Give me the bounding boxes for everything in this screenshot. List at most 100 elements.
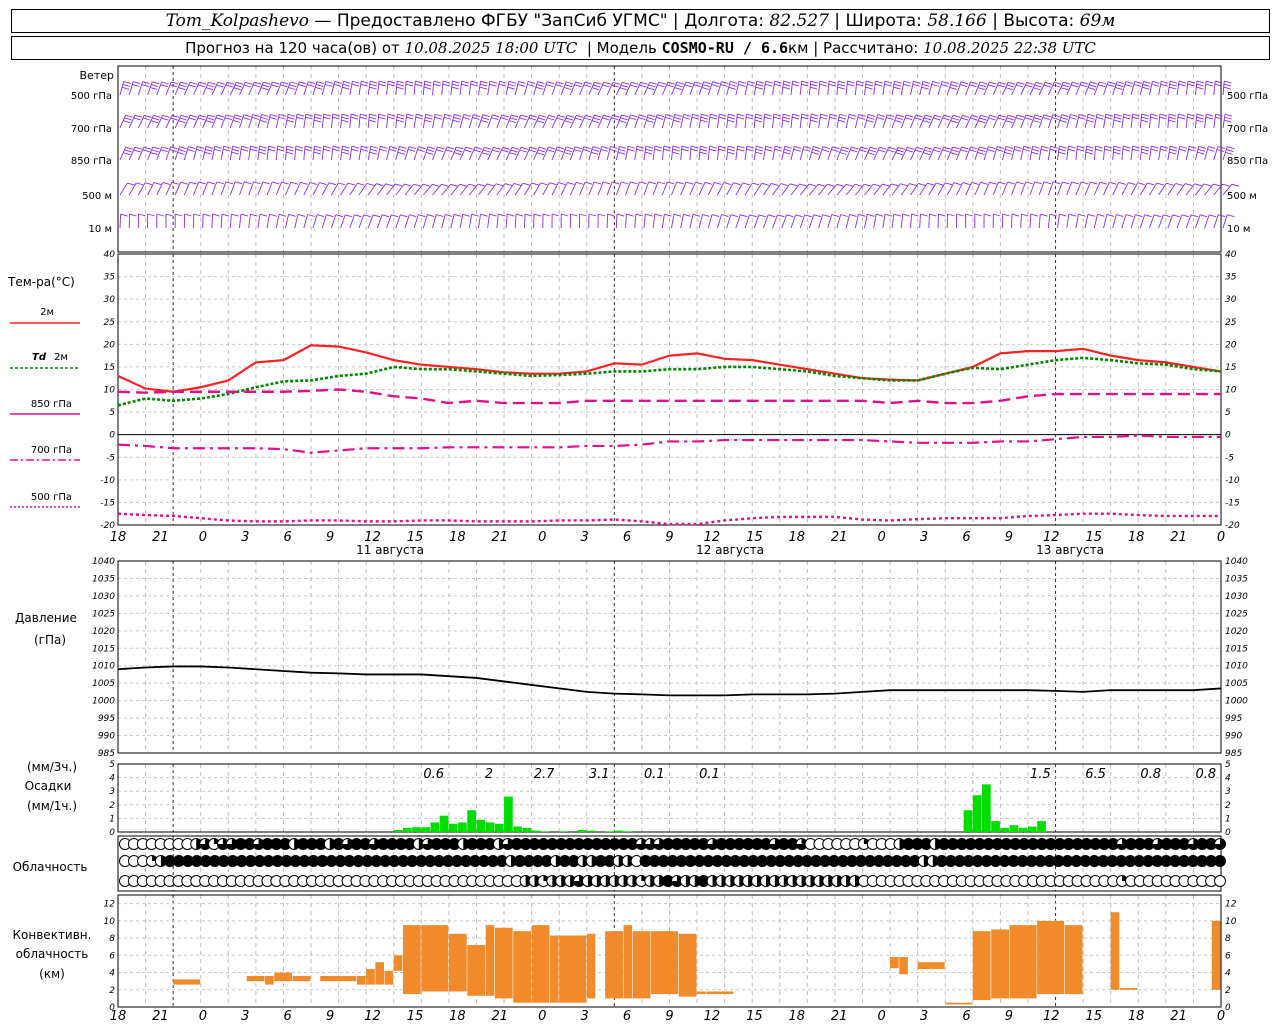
wind-barb-flag (380, 145, 388, 149)
wind-barb-flag (271, 84, 279, 88)
wind-barb-flag (278, 213, 287, 217)
ytick-right-precip: 5 (1225, 760, 1231, 770)
wind-barb (854, 113, 866, 129)
wind-barb-flag (539, 146, 547, 150)
xtick-label: 9 (326, 1009, 334, 1024)
wind-barb-shaft (257, 214, 261, 229)
wind-barb-flag (511, 146, 520, 150)
wind-barb (220, 213, 230, 229)
wind-barb-shaft (827, 146, 833, 161)
wind-barb-flag (755, 116, 763, 120)
wind-barb-flag (180, 81, 188, 85)
wind-barb-shaft (413, 81, 416, 96)
wind-barb-flag (1137, 182, 1145, 186)
wind-barb-flag (499, 80, 507, 84)
wind-barb-flag (556, 117, 564, 121)
wind-barb-shaft (891, 114, 898, 129)
wind-barb-flag (711, 84, 719, 87)
wind-barb-flag (136, 182, 144, 186)
wind-barb-shaft (1121, 114, 1125, 129)
wind-barb-flag (236, 81, 244, 85)
wind-barb-flag (1030, 213, 1038, 217)
ytick-pressure: 985 (98, 749, 115, 759)
ytick-precip: 5 (109, 760, 115, 770)
wind-level-500hpa: 500 гПа (71, 91, 112, 102)
wind-barb-flag (477, 183, 486, 187)
wind-barb-flag (951, 117, 959, 121)
wind-barb-shaft (422, 114, 427, 129)
wind-barb-flag (484, 146, 492, 150)
wind-barb-flag (612, 114, 620, 118)
wind-barb-flag (1175, 182, 1183, 186)
wind-barb-flag (1218, 214, 1226, 218)
wind-barb-flag (583, 84, 591, 88)
wind-barb-shaft (119, 114, 126, 129)
wind-barb-flag (783, 151, 791, 155)
wind-barb (321, 182, 337, 196)
xtick-label: 18 (788, 1009, 805, 1024)
wind-barb-flag (1196, 113, 1204, 117)
wind-barb-flag (296, 116, 304, 120)
wind-barb-flag (896, 149, 904, 153)
ytick-conv: 10 (104, 917, 116, 927)
wind-barb-flag (424, 83, 432, 87)
wind-barb-shaft (422, 146, 429, 161)
wind-barb-flag (1208, 146, 1216, 149)
wind-barb-flag (341, 119, 349, 123)
wind-barb-flag (1178, 80, 1187, 84)
wind-barb-flag (909, 183, 917, 187)
precip-bar (522, 827, 532, 832)
wind-barb (1020, 145, 1031, 161)
wind-barb-flag (424, 119, 432, 123)
wind-barb (202, 145, 214, 161)
wind-barb (1001, 213, 1010, 229)
wind-barb (652, 213, 663, 229)
wind-barb-flag (793, 148, 801, 152)
wind-barb-flag (546, 84, 554, 87)
xtick-label: 3 (241, 1009, 249, 1024)
wind-barb-flag (737, 113, 745, 117)
wind-barb (523, 213, 533, 229)
ytick-right-temp: 5 (1225, 408, 1231, 418)
wind-barb-flag (231, 151, 239, 155)
wind-barb-shaft (496, 81, 500, 96)
wind-barb (1103, 113, 1113, 129)
wind-barb (762, 113, 772, 129)
wind-barb-flag (536, 84, 544, 87)
wind-barb-flag (288, 87, 296, 90)
wind-barb-shaft (229, 214, 232, 229)
wind-barb-flag (287, 113, 296, 117)
wind-barb-flag (905, 149, 914, 153)
wind-barb-flag (1160, 83, 1168, 87)
wind-barb (606, 145, 618, 161)
wind-barb-flag (820, 116, 828, 120)
wind-barb-flag (1022, 148, 1031, 152)
wind-barb-flag (768, 214, 776, 218)
wind-barb-flag (528, 117, 536, 121)
wind-barb (790, 113, 800, 129)
wind-barb (294, 113, 305, 129)
wind-barb-flag (161, 81, 169, 85)
wind-barb-flag (316, 81, 325, 85)
wind-barb (1167, 80, 1178, 96)
wind-barb-flag (561, 213, 569, 217)
wind-barb-flag (970, 117, 978, 121)
wind-barb-flag (755, 151, 763, 155)
wind-barb-flag (479, 83, 488, 87)
wind-barb-flag (180, 181, 188, 185)
wind-barb-flag (557, 146, 565, 150)
wind-barb (229, 145, 240, 161)
wind-barb-flag (1087, 116, 1095, 120)
wind-barb-flag (934, 114, 942, 118)
wind-barb-flag (840, 214, 848, 217)
wind-barb-flag (513, 182, 522, 186)
wind-barb-flag (1087, 213, 1096, 217)
wind-barb-flag (453, 213, 462, 217)
conv-bar (945, 1002, 973, 1005)
wind-barb (340, 113, 350, 129)
wind-barb-flag (699, 148, 708, 152)
conv-bar (274, 972, 293, 982)
wind-barb (928, 213, 937, 229)
wind-barb-flag (784, 145, 792, 149)
wind-barb (726, 113, 736, 129)
